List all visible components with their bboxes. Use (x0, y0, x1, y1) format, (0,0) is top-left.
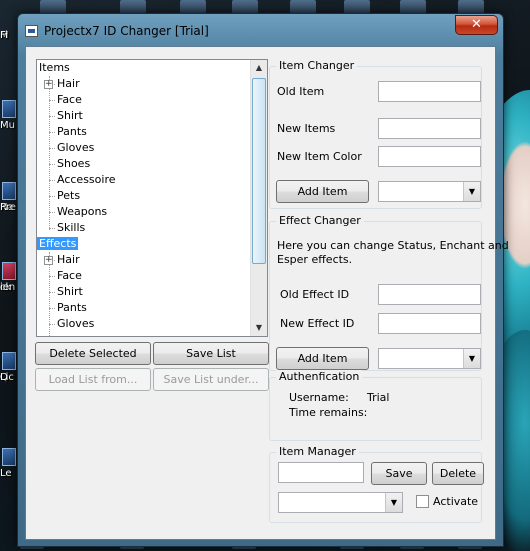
tree-node-effect-gloves[interactable]: Gloves (55, 316, 96, 332)
desktop-icon-left-5[interactable]: Q Lic (0, 352, 18, 383)
title-bar[interactable]: Projectx7 ID Changer [Trial] ✕ (18, 14, 503, 46)
save-list-under-button[interactable]: Save List under... (153, 368, 269, 391)
scroll-up-icon[interactable]: ▲ (251, 60, 267, 76)
load-list-button[interactable]: Load List from... (35, 368, 151, 391)
expand-icon[interactable]: + (44, 256, 53, 265)
tree-node-shirt[interactable]: Shirt (55, 108, 85, 124)
chevron-down-icon[interactable]: ▼ (385, 493, 402, 512)
username-value: Trial (367, 391, 390, 404)
scrollbar-thumb[interactable] (252, 78, 266, 264)
tree-node-effect-shirt[interactable]: Shirt (55, 284, 85, 300)
tree-node-shoes[interactable]: Shoes (55, 156, 92, 172)
old-effect-id-label: Old Effect ID (280, 288, 350, 301)
tree-node-items[interactable]: Items (37, 60, 72, 76)
application-icon (2, 100, 16, 118)
window-client-area: Items + Hair Face Shirt Pants Gloves Sho… (25, 46, 509, 540)
tree-node-accessoire[interactable]: Accessoire (55, 172, 118, 188)
new-effect-id-label: New Effect ID (280, 317, 355, 330)
effect-changer-group: Effect Changer Here you can change Statu… (269, 214, 509, 371)
tree-node-effect-face[interactable]: Face (55, 268, 84, 284)
old-item-input[interactable] (378, 81, 481, 102)
desktop-icon-top-5[interactable] (290, 0, 316, 14)
save-list-button[interactable]: Save List (153, 342, 269, 365)
activate-label[interactable]: Activate (433, 495, 478, 508)
effect-add-item-button[interactable]: Add Item (276, 347, 369, 370)
username-label: Username: (289, 391, 349, 404)
app-icon (25, 25, 38, 37)
app-window: Projectx7 ID Changer [Trial] ✕ Items + H… (17, 13, 509, 547)
tree-node-pants[interactable]: Pants (55, 124, 89, 140)
application-icon (2, 262, 16, 280)
tree-node-effect-pants[interactable]: Pants (55, 300, 89, 316)
desktop-icon-top-8[interactable] (458, 0, 484, 14)
desktop-icon-left-6[interactable]: Le (0, 448, 18, 479)
item-type-dropdown[interactable]: ▼ (378, 181, 481, 202)
desktop-icon-top-4[interactable] (232, 0, 258, 14)
desktop-icon-top-1[interactable] (40, 0, 66, 14)
authentication-group: Authenfication Username: Trial Time rema… (269, 370, 482, 441)
item-tree-view[interactable]: Items + Hair Face Shirt Pants Gloves Sho… (36, 59, 268, 337)
close-button[interactable]: ✕ (455, 15, 498, 35)
effect-type-dropdown[interactable]: ▼ (378, 348, 481, 369)
item-manager-dropdown[interactable]: ▼ (278, 492, 403, 513)
desktop-icon-left-2[interactable]: Mu (0, 100, 18, 131)
new-items-label: New Items (277, 122, 336, 135)
item-manager-save-button[interactable]: Save (371, 462, 427, 485)
tree-node-effect-hair[interactable]: Hair (55, 252, 82, 268)
item-manager-title: Item Manager (276, 445, 359, 459)
tree-scrollbar[interactable]: ▲ ▼ (250, 60, 267, 336)
scroll-down-icon[interactable]: ▼ (251, 320, 267, 336)
item-manager-delete-button[interactable]: Delete (432, 462, 484, 485)
chevron-down-icon[interactable]: ▼ (463, 182, 480, 201)
effect-description-line-1: Here you can change Status, Enchant and (277, 239, 509, 252)
tree-node-weapons[interactable]: Weapons (55, 204, 109, 220)
desktop-icon-top-6[interactable] (344, 0, 370, 14)
desktop-icon-left-3[interactable]: Na Pre (0, 182, 18, 213)
new-items-input[interactable] (378, 118, 481, 139)
tree-node-skills[interactable]: Skills (55, 220, 87, 236)
desktop-icon-top-3[interactable] (180, 0, 206, 14)
effect-changer-title: Effect Changer (276, 214, 364, 228)
item-manager-group: Item Manager Save Delete ▼ Activate (269, 445, 484, 523)
item-changer-title: Item Changer (276, 59, 358, 73)
tree-node-effects[interactable]: Effects (37, 236, 79, 252)
authentication-title: Authenfication (276, 370, 363, 384)
tree-node-hair[interactable]: Hair (55, 76, 82, 92)
application-icon (2, 448, 16, 466)
desktop-icon-left-4[interactable]: ck ien (0, 262, 18, 293)
item-add-item-button[interactable]: Add Item (276, 180, 369, 203)
old-item-label: Old Item (277, 85, 325, 98)
desktop-icon-top-7[interactable] (400, 0, 426, 14)
chevron-down-icon[interactable]: ▼ (463, 349, 480, 368)
tree-node-pets[interactable]: Pets (55, 188, 82, 204)
new-item-color-label: New Item Color (277, 150, 362, 163)
item-changer-group: Item Changer Old Item New Items New Item… (269, 59, 482, 209)
item-manager-name-input[interactable] (278, 462, 364, 483)
application-icon (2, 352, 16, 370)
time-remains-label: Time remains: (289, 406, 368, 419)
application-icon (2, 182, 16, 200)
window-title: Projectx7 ID Changer [Trial] (44, 24, 209, 38)
new-item-color-input[interactable] (378, 146, 481, 167)
desktop-icon-top-2[interactable] (120, 0, 146, 14)
tree-node-gloves[interactable]: Gloves (55, 140, 96, 156)
expand-icon[interactable]: + (44, 80, 53, 89)
effect-description-line-2: Esper effects. (277, 253, 353, 266)
delete-selected-button[interactable]: Delete Selected (35, 342, 151, 365)
activate-checkbox[interactable] (416, 495, 429, 508)
tree-node-face[interactable]: Face (55, 92, 84, 108)
old-effect-id-input[interactable] (378, 284, 481, 305)
new-effect-id-input[interactable] (378, 313, 481, 334)
